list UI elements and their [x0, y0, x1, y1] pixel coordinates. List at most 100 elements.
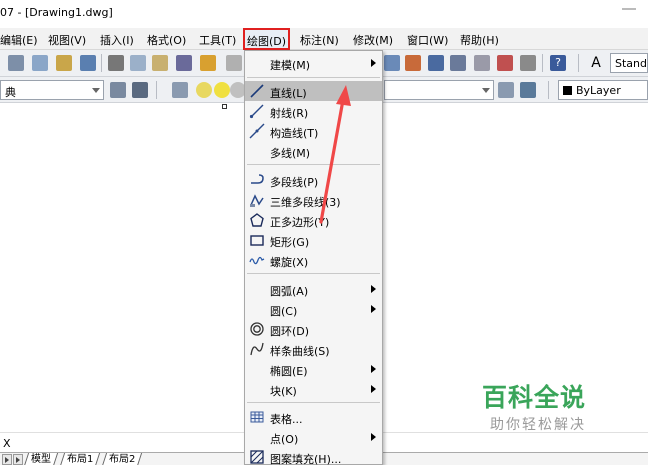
cut-icon[interactable] [108, 55, 124, 71]
menu-item-ellipse[interactable]: 椭圆(E) [245, 359, 382, 379]
zoom-icon[interactable] [384, 55, 400, 71]
line-icon [250, 84, 264, 98]
menu-item-helix[interactable]: 螺旋(X) [245, 250, 382, 270]
menu-item-line[interactable]: 直线(L) [245, 81, 382, 101]
submenu-arrow-icon [371, 285, 376, 293]
submenu-arrow-icon [371, 59, 376, 67]
undo-icon[interactable] [226, 55, 242, 71]
command-prompt: X [3, 437, 11, 450]
menu-item-label: 圆环(D) [270, 325, 310, 338]
linetype-value: ByLayer [576, 84, 621, 97]
copy-icon[interactable] [130, 55, 146, 71]
menu-item-label: 样条曲线(S) [270, 345, 330, 358]
ucs-grip [222, 104, 227, 109]
menu-item-construction-line[interactable]: 构造线(T) [245, 121, 382, 141]
menu-item-label: 矩形(G) [270, 236, 310, 249]
menu-item-rectangle[interactable]: 矩形(G) [245, 230, 382, 250]
help-icon[interactable]: ? [550, 55, 566, 71]
menu-item-donut[interactable]: 圆环(D) [245, 319, 382, 339]
menu-item-spline[interactable]: 样条曲线(S) [245, 339, 382, 359]
menu-tools[interactable]: 工具(T) [199, 32, 236, 48]
layer-state-icon[interactable] [110, 82, 126, 98]
menu-item-label: 圆(C) [270, 305, 298, 318]
menu-item-circle[interactable]: 圆(C) [245, 299, 382, 319]
linetype-combo[interactable]: ByLayer [558, 80, 648, 100]
menu-window[interactable]: 窗口(W) [407, 32, 448, 48]
menu-item-label: 多线(M) [270, 147, 311, 160]
make-layer-current-icon[interactable] [132, 82, 148, 98]
color-combo[interactable] [384, 80, 494, 100]
calculator-icon[interactable] [520, 55, 536, 71]
toolbar-separator [578, 54, 579, 72]
submenu-arrow-icon [371, 385, 376, 393]
polyline-icon [251, 174, 264, 184]
tab-layout2[interactable]: 布局2 [101, 453, 143, 465]
menu-item-polyline[interactable]: 多段线(P) [245, 170, 382, 190]
menu-edit[interactable]: 编辑(E) [0, 32, 38, 48]
menu-format[interactable]: 格式(O) [147, 32, 186, 48]
menu-help[interactable]: 帮助(H) [460, 32, 499, 48]
menu-item-label: 正多边形(Y) [270, 216, 330, 229]
publish-icon[interactable] [56, 55, 72, 71]
menu-separator [247, 273, 380, 274]
layer-combo[interactable]: 典 [0, 80, 104, 100]
menu-insert[interactable]: 插入(I) [100, 32, 134, 48]
menu-item-polygon[interactable]: 正多边形(Y) [245, 210, 382, 230]
menu-item-arc[interactable]: 圆弧(A) [245, 279, 382, 299]
tab-nav-right-button[interactable] [13, 454, 23, 465]
paste-icon[interactable] [152, 55, 168, 71]
submenu-arrow-icon [371, 433, 376, 441]
menu-separator [247, 77, 380, 78]
menu-modify[interactable]: 修改(M) [353, 32, 393, 48]
menu-item-block[interactable]: 块(K) [245, 379, 382, 399]
rectangle-icon [250, 235, 264, 246]
menu-item-hatch[interactable]: 图案填充(H)... [245, 447, 382, 465]
layer-on-icon[interactable] [196, 82, 212, 98]
text-style-combo[interactable]: Standa [610, 53, 648, 73]
block-editor-icon[interactable] [200, 55, 216, 71]
tab-model[interactable]: 模型 [23, 453, 59, 465]
menu-draw[interactable]: 绘图(D) [243, 28, 291, 50]
toolbar-separator [156, 81, 157, 99]
polygon-icon [250, 213, 264, 227]
design-center-icon[interactable] [405, 55, 421, 71]
layer-previous-icon[interactable] [498, 82, 514, 98]
submenu-arrow-icon [371, 365, 376, 373]
menu-item-label: 点(O) [270, 433, 299, 446]
text-style-icon: A [591, 55, 601, 71]
title-bar: 07 - [Drawing1.dwg] [0, 0, 648, 28]
menu-separator [247, 402, 380, 403]
print-preview-icon[interactable] [32, 55, 48, 71]
quickcalc-icon[interactable] [497, 55, 513, 71]
color-swatch [563, 86, 572, 95]
menu-view[interactable]: 视图(V) [48, 32, 86, 48]
menu-item-3d-polyline[interactable]: 三维多段线(3) [245, 190, 382, 210]
menu-item-label: 椭圆(E) [270, 365, 308, 378]
print-icon[interactable] [8, 55, 24, 71]
minimize-button[interactable] [622, 0, 636, 10]
menu-item-label: 图案填充(H)... [270, 453, 342, 465]
toolbar-separator [548, 81, 549, 99]
hatch-icon [250, 450, 264, 464]
menu-item-point[interactable]: 点(O) [245, 427, 382, 447]
match-properties-icon[interactable] [176, 55, 192, 71]
chevron-down-icon [482, 88, 490, 93]
spline-icon [250, 342, 264, 356]
menu-item-multiline[interactable]: 多线(M) [245, 141, 382, 161]
tool-palettes-icon[interactable] [428, 55, 444, 71]
sheet-set-icon[interactable] [450, 55, 466, 71]
toolbar-separator [101, 54, 102, 72]
layer-freeze-icon[interactable] [214, 82, 230, 98]
tab-layout1[interactable]: 布局1 [59, 453, 101, 465]
3d-dwf-icon[interactable] [80, 55, 96, 71]
submenu-arrow-icon [371, 305, 376, 313]
menu-item-ray[interactable]: 射线(R) [245, 101, 382, 121]
helix-icon [249, 256, 265, 265]
tab-nav-left-button[interactable] [2, 454, 12, 465]
menu-dimension[interactable]: 标注(N) [300, 32, 339, 48]
menu-item-modeling[interactable]: 建模(M) [245, 53, 382, 73]
markup-icon[interactable] [474, 55, 490, 71]
layer-manager-icon[interactable] [172, 82, 188, 98]
menu-item-table[interactable]: 表格... [245, 407, 382, 427]
layer-walk-icon[interactable] [520, 82, 536, 98]
